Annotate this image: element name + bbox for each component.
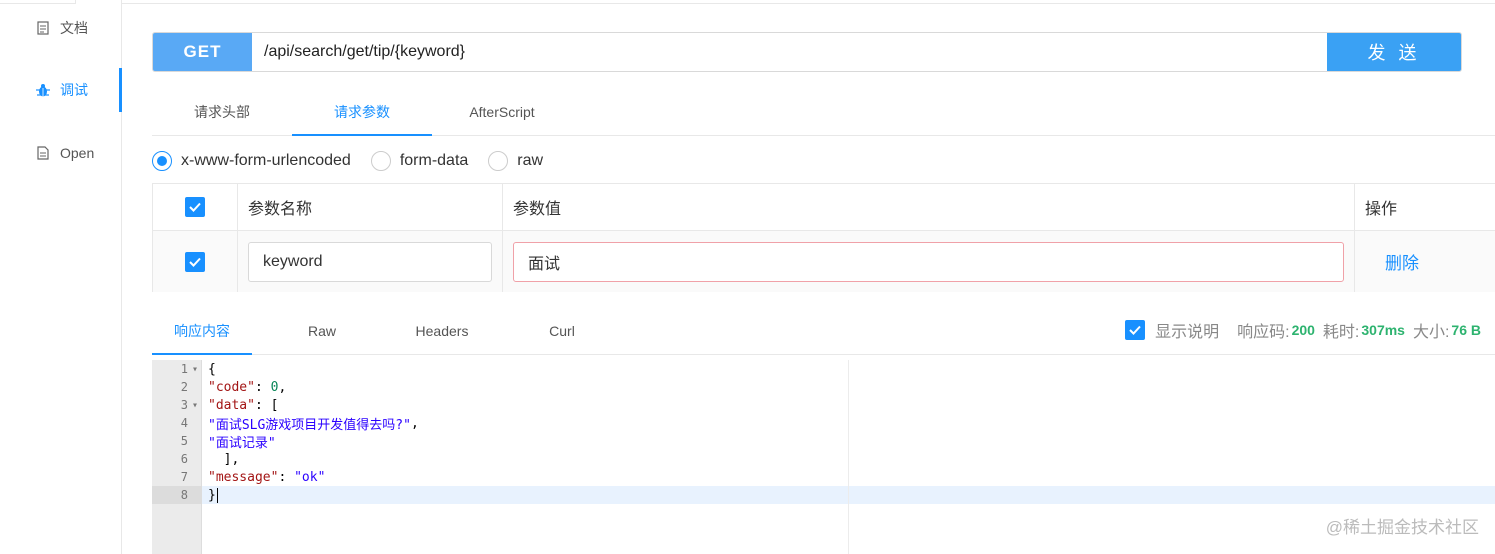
header-checkbox-cell (153, 184, 238, 230)
sidebar-item-label: Open (60, 145, 95, 161)
request-tabs: 请求头部 请求参数 AfterScript (152, 88, 1495, 136)
line-number: 4 (180, 416, 188, 430)
params-table-header: 参数名称 参数值 操作 (153, 184, 1495, 231)
http-method-badge[interactable]: GET (153, 33, 252, 71)
radio-urlencoded[interactable]: x-www-form-urlencoded (152, 151, 351, 171)
sidebar-top-tab (0, 0, 76, 4)
json-string: "面试SLG游戏项目开发值得去吗?" (208, 417, 411, 433)
code-line: "面试SLG游戏项目开发值得去吗?", (208, 415, 419, 433)
line-number: 8 (180, 488, 188, 502)
radio-raw[interactable]: raw (488, 151, 543, 171)
line-number: 6 (180, 452, 188, 466)
sidebar: 文档 调试 Open (0, 0, 122, 554)
status-code-label: 响应码: (1237, 324, 1290, 341)
sidebar-item-debug[interactable]: 调试 (0, 68, 122, 112)
response-size-value: 76 B (1451, 322, 1481, 338)
param-name-cell: keyword (238, 231, 503, 292)
line-number[interactable]: 1 (152, 360, 202, 378)
code-line: "code": 0, (208, 379, 287, 395)
tab-response-content[interactable]: 响应内容 (152, 307, 252, 355)
json-string: "面试记录" (208, 435, 276, 451)
response-meta: 显示说明 响应码: 200 耗时: 307ms 大小: 76 B (1125, 318, 1481, 342)
radio-circle[interactable] (488, 151, 509, 171)
show-description-label: 显示说明 (1155, 324, 1220, 341)
code-line: "message": "ok" (208, 469, 326, 485)
params-table: 参数名称 参数值 操作 keyword 面试 删除 (152, 183, 1495, 292)
file-icon (36, 146, 50, 160)
json-key: "code" (208, 379, 255, 395)
code-line: ], (208, 451, 240, 467)
status-code-value: 200 (1291, 322, 1315, 338)
line-number: 5 (180, 434, 188, 448)
table-row: keyword 面试 删除 (153, 231, 1495, 292)
json-key: "data" (208, 397, 255, 413)
radio-circle-checked[interactable] (152, 151, 172, 171)
response-size-label: 大小: (1412, 324, 1450, 341)
json-string: "ok" (294, 469, 326, 485)
url-input[interactable]: /api/search/get/tip/{keyword} (252, 33, 1327, 71)
tab-headers[interactable]: Headers (392, 307, 492, 354)
text-cursor (216, 487, 218, 503)
top-divider (122, 0, 1495, 4)
json-number: 0 (270, 379, 279, 395)
param-value-cell: 面试 (503, 231, 1355, 292)
row-checkbox-cell (153, 231, 238, 292)
line-number: 7 (180, 470, 188, 484)
param-value-input[interactable]: 面试 (513, 241, 1344, 282)
code-line: "面试记录" (208, 432, 276, 451)
tab-curl[interactable]: Curl (512, 307, 612, 354)
sidebar-item-open[interactable]: Open (0, 131, 122, 175)
column-header-value: 参数值 (503, 184, 1355, 230)
row-checkbox[interactable] (185, 251, 205, 272)
param-action-cell: 删除 (1355, 231, 1495, 292)
active-line-highlight (152, 486, 1495, 504)
tab-request-headers[interactable]: 请求头部 (152, 88, 292, 135)
body-type-radio-group: x-www-form-urlencoded form-data raw (152, 148, 563, 174)
radio-label: form-data (399, 152, 469, 169)
send-button[interactable]: 发 送 (1327, 33, 1461, 71)
select-all-checkbox[interactable] (185, 197, 205, 217)
request-url-bar: GET /api/search/get/tip/{keyword} 发 送 (152, 32, 1462, 72)
line-number: 2 (180, 380, 188, 394)
tab-request-params[interactable]: 请求参数 (292, 88, 432, 136)
param-name-input[interactable]: keyword (248, 241, 492, 282)
elapsed-time-label: 耗时: (1322, 324, 1360, 341)
delete-param-link[interactable]: 删除 (1385, 249, 1419, 274)
json-key: "message" (208, 469, 279, 485)
code-line: { (208, 361, 216, 377)
watermark: @稀土掘金技术社区 (1325, 518, 1479, 537)
column-header-name: 参数名称 (238, 184, 503, 230)
elapsed-time-value: 307ms (1361, 322, 1405, 338)
bug-icon (36, 83, 50, 97)
sidebar-item-label: 调试 (60, 82, 88, 98)
code-line: } (208, 487, 218, 503)
sidebar-item-docs[interactable]: 文档 (0, 6, 122, 50)
line-number[interactable]: 3 (152, 396, 202, 414)
radio-label: raw (517, 152, 544, 169)
response-code-editor[interactable]: 1 2 3 4 5 6 7 8 { "code": 0, "data": [ "… (152, 360, 1495, 554)
radio-form-data[interactable]: form-data (370, 151, 469, 171)
column-header-action: 操作 (1365, 201, 1398, 218)
show-description-checkbox[interactable] (1125, 320, 1146, 340)
tab-afterscript[interactable]: AfterScript (432, 88, 572, 135)
sidebar-item-label: 文档 (60, 20, 88, 36)
print-margin (848, 360, 849, 554)
tab-raw[interactable]: Raw (272, 307, 372, 354)
document-icon (36, 21, 50, 35)
radio-circle[interactable] (370, 151, 391, 171)
radio-label: x-www-form-urlencoded (181, 152, 351, 169)
code-line: "data": [ (208, 397, 279, 413)
